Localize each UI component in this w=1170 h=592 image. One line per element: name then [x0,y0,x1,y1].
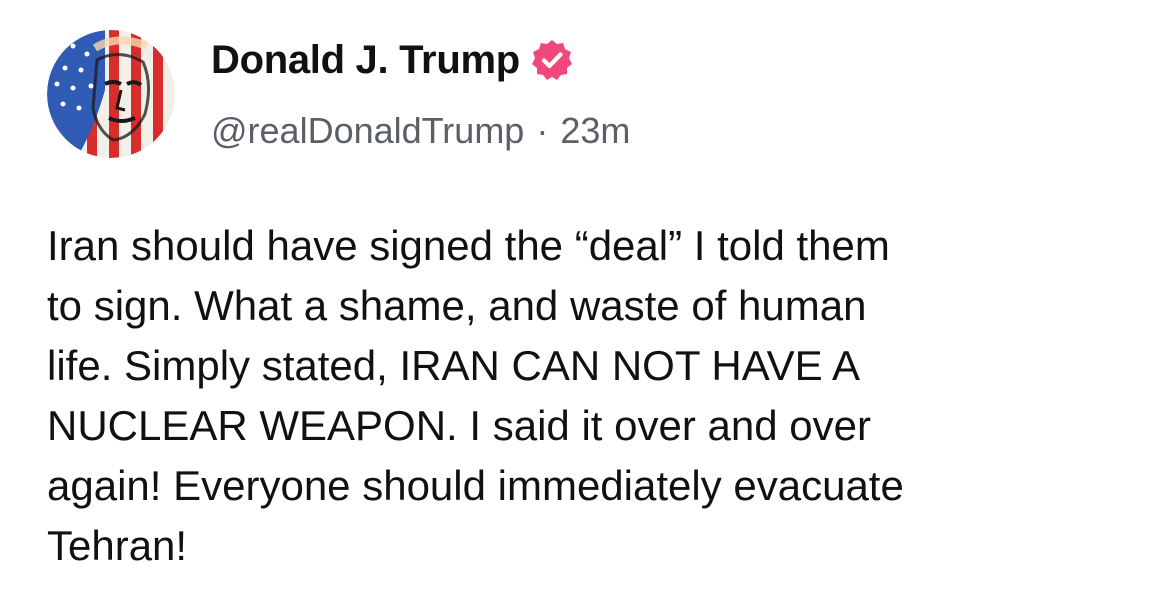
post-timestamp[interactable]: 23m [560,110,630,152]
post-text-line: Iran should have signed the “deal” I tol… [47,222,890,269]
author-meta-row: @realDonaldTrump · 23m [211,108,630,154]
author-name-row: Donald J. Trump [211,34,574,86]
post-text-line: NUCLEAR WEAPON. I said it over and over [47,402,871,449]
verified-badge-icon [530,38,574,82]
meta-separator: · [536,110,549,151]
post-text-line: to sign. What a shame, and waste of huma… [47,282,867,329]
post-text-line: again! Everyone should immediately evacu… [47,462,904,509]
post-card: Donald J. Trump @realDonaldTrump · 23m I… [0,0,1170,592]
post-body: Iran should have signed the “deal” I tol… [47,216,1137,576]
post-text-line: life. Simply stated, IRAN CAN NOT HAVE A [47,342,861,389]
portrait-avatar-icon [47,30,175,158]
author-display-name[interactable]: Donald J. Trump [211,38,520,83]
author-handle[interactable]: @realDonaldTrump [211,110,524,152]
post-text-line: Tehran! [47,522,188,569]
avatar[interactable] [47,30,175,158]
